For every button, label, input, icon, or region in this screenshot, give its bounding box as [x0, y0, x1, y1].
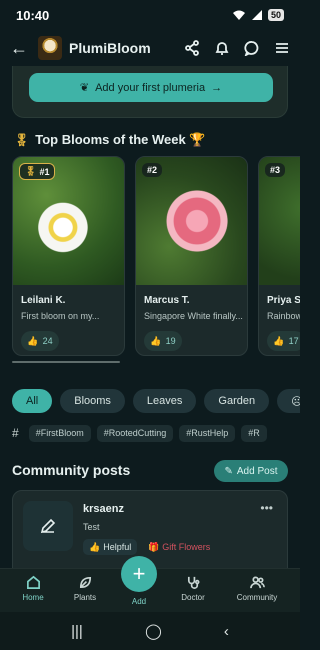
home-icon	[26, 575, 40, 589]
bloom-card[interactable]: 🎖 #1 Leilani K. First bloom on my... 👍 24	[12, 156, 125, 356]
like-button[interactable]: 👍 17	[267, 331, 300, 351]
leaf-icon	[79, 576, 91, 589]
rank-badge: #2	[142, 163, 163, 177]
tag-chip[interactable]: #RootedCutting	[96, 424, 174, 442]
community-icon	[249, 576, 265, 589]
onboarding-card: ❦ Add your first plumeria →	[12, 66, 288, 118]
like-button[interactable]: 👍 24	[21, 331, 59, 351]
battery-icon: 50	[267, 9, 284, 21]
wifi-icon	[232, 10, 245, 20]
filter-help[interactable]: ☹H	[277, 389, 300, 413]
share-icon[interactable]	[184, 40, 200, 56]
signal-icon	[251, 10, 262, 20]
nav-add-label: Add	[131, 597, 147, 606]
tag-chip[interactable]: #R	[241, 424, 267, 442]
bloom-description: Singapore White finally...	[144, 311, 243, 321]
thumbs-up-icon: 👍	[150, 335, 162, 346]
post-thumbnail	[23, 501, 73, 551]
tag-chip[interactable]: #RustHelp	[179, 424, 236, 442]
top-blooms-heading: 🎖 Top Blooms of the Week 🏆	[14, 132, 206, 148]
stethoscope-icon	[187, 576, 199, 589]
tag-chip[interactable]: #FirstBloom	[28, 424, 91, 442]
thumbs-up-icon: 👍	[273, 335, 285, 346]
pencil-icon: ✎	[224, 465, 233, 477]
post-author: krsaenz	[83, 503, 124, 515]
plus-icon: +	[132, 561, 146, 586]
status-bar: 10:40 50	[0, 0, 300, 30]
hashtag-icon: #	[12, 426, 19, 440]
pencil-icon	[40, 518, 56, 534]
more-options-icon[interactable]: •••	[260, 501, 273, 515]
nav-plants[interactable]: Plants	[58, 575, 112, 602]
bloom-photo: #2	[136, 157, 247, 285]
bloom-card[interactable]: #3 Priya S. Rainbow ... 👍17	[258, 156, 300, 356]
hashtag-row: # #FirstBloom #RootedCutting #RustHelp #…	[12, 424, 300, 442]
bloom-photo: #3	[259, 157, 300, 285]
chat-icon[interactable]	[244, 40, 260, 56]
filter-all[interactable]: All	[12, 389, 53, 413]
thumbs-up-icon: 👍	[89, 541, 101, 552]
system-navigation: ||| ◯ ‹	[0, 612, 300, 650]
filter-chips: All Blooms Leaves Garden ☹H	[12, 389, 300, 413]
helpful-button[interactable]: 👍 Helpful	[83, 539, 138, 555]
bloom-card[interactable]: #2 Marcus T. Singapore White finally... …	[135, 156, 248, 356]
bloom-author: Priya S.	[267, 295, 300, 306]
top-blooms-carousel[interactable]: 🎖 #1 Leilani K. First bloom on my... 👍 24 …	[12, 156, 300, 356]
app-bar: ← PlumiBloom	[0, 30, 300, 66]
nav-doctor[interactable]: Doctor	[166, 575, 220, 602]
app-logo	[38, 36, 62, 60]
rank-badge: 🎖 #1	[19, 163, 56, 180]
app-bar-actions	[184, 40, 290, 56]
filter-blooms[interactable]: Blooms	[60, 389, 125, 413]
add-fab-button[interactable]: +	[121, 556, 157, 592]
bloom-description: First bloom on my...	[21, 311, 100, 321]
like-button[interactable]: 👍 19	[144, 331, 182, 351]
filter-leaves[interactable]: Leaves	[132, 389, 197, 413]
arrow-right-icon: →	[211, 81, 223, 94]
filter-garden[interactable]: Garden	[204, 389, 270, 413]
gift-flowers-button[interactable]: 🎁 Gift Flowers	[148, 539, 210, 555]
add-first-plumeria-label: Add your first plumeria	[95, 81, 206, 94]
leaf-icon: ❦	[79, 82, 90, 94]
add-post-button[interactable]: ✎ Add Post	[214, 460, 288, 482]
status-icons: 50	[232, 9, 284, 21]
bell-icon[interactable]	[214, 40, 230, 56]
medal-icon: 🎖	[25, 166, 37, 176]
rank-badge: #3	[265, 163, 286, 177]
bloom-photo: 🎖 #1	[13, 157, 124, 285]
bloom-author: Leilani K.	[21, 295, 66, 306]
home-circle-icon[interactable]: ◯	[145, 622, 162, 640]
app-title: PlumiBloom	[69, 40, 151, 56]
medal-icon: 🎖	[14, 133, 30, 147]
community-posts-title: Community posts	[12, 462, 131, 478]
nav-home[interactable]: Home	[6, 575, 60, 602]
add-post-label: Add Post	[236, 465, 278, 477]
nav-community[interactable]: Community	[230, 575, 284, 602]
status-time: 10:40	[16, 7, 50, 23]
post-text: Test	[83, 522, 100, 532]
post-card[interactable]: krsaenz Test ••• 👍 Helpful 🎁 Gift Flowers	[12, 490, 288, 570]
recents-icon[interactable]: |||	[71, 623, 83, 640]
carousel-scrollbar[interactable]	[12, 361, 120, 363]
bloom-author: Marcus T.	[144, 295, 190, 306]
system-back-icon[interactable]: ‹	[224, 623, 229, 640]
bloom-description: Rainbow ...	[267, 311, 300, 321]
thumbs-up-icon: 👍	[27, 335, 39, 346]
gift-icon: 🎁	[148, 541, 160, 552]
add-first-plumeria-button[interactable]: ❦ Add your first plumeria →	[29, 73, 273, 102]
help-icon: ☹	[291, 395, 300, 408]
menu-icon[interactable]	[274, 40, 290, 56]
back-arrow-icon[interactable]: ←	[10, 38, 32, 59]
top-blooms-title: Top Blooms of the Week 🏆	[35, 132, 206, 147]
